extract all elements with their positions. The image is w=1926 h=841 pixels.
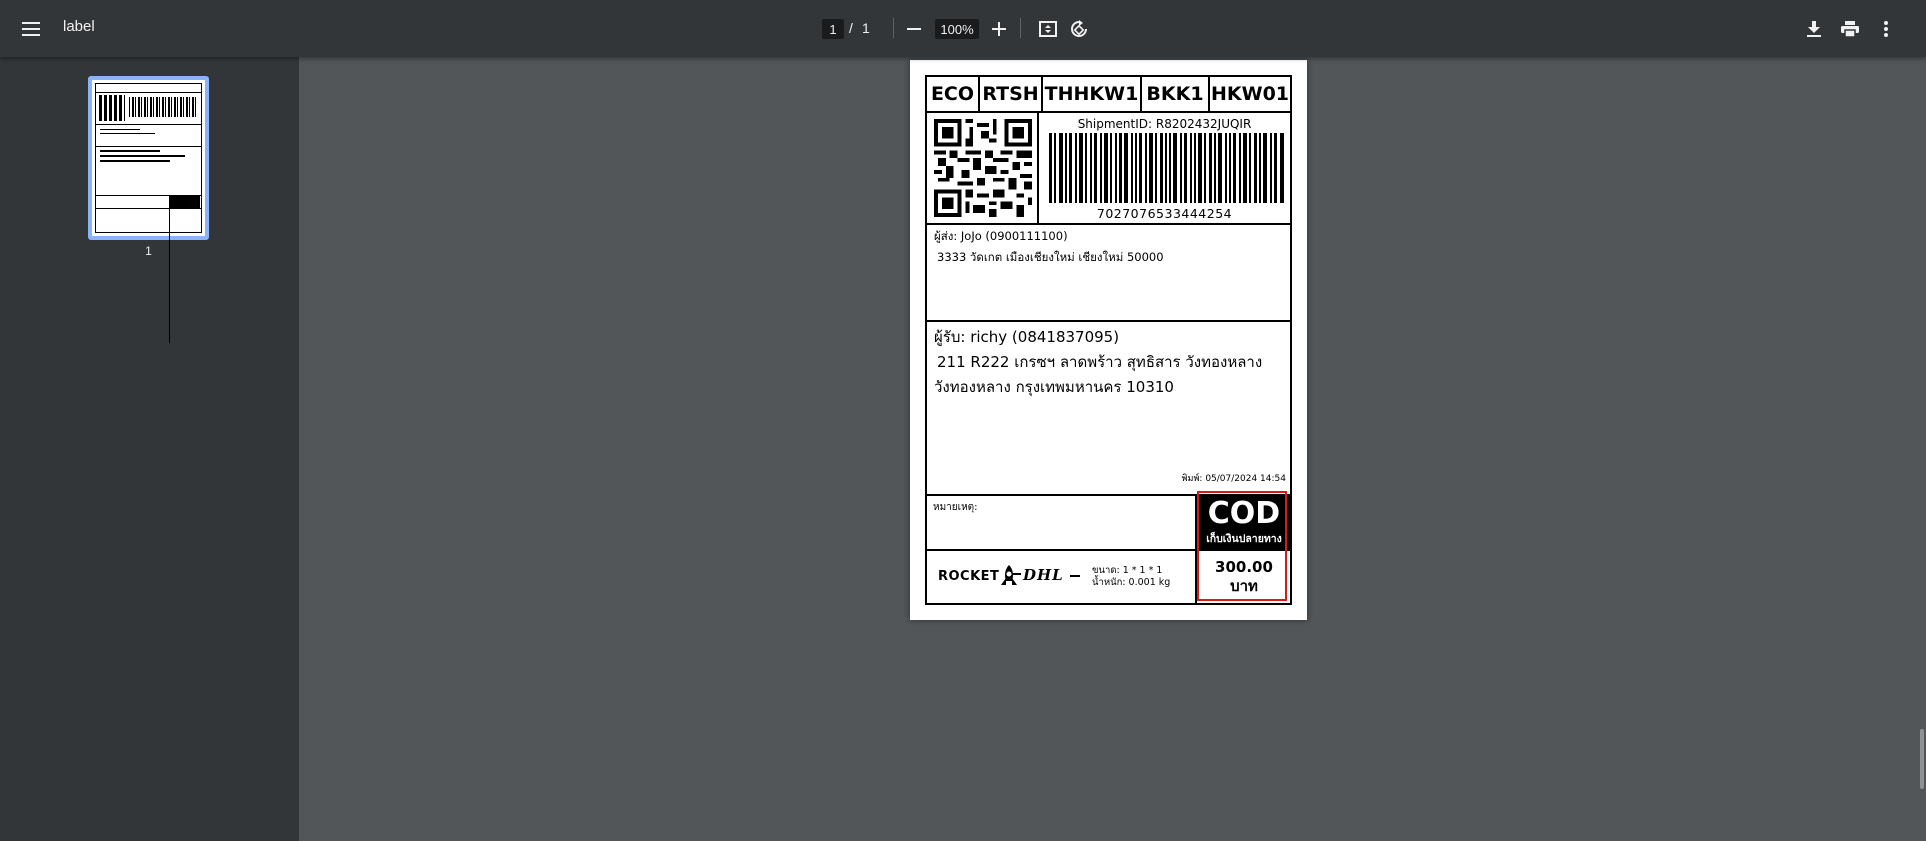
rocket-logo-text: ROCKET	[938, 568, 1000, 584]
zoom-out-icon[interactable]	[896, 11, 932, 47]
pdf-toolbar: label 1 / 1 100%	[0, 0, 1926, 57]
page-thumbnail[interactable]	[88, 76, 209, 343]
cod-amount: 300.00	[1215, 558, 1273, 576]
sender-address: 3333 วัดเกต เมืองเชียงใหม่ เชียงใหม่ 500…	[937, 250, 1164, 264]
cod-badge: COD เก็บเงินปลายทาง	[1198, 494, 1290, 551]
print-icon[interactable]	[1832, 11, 1868, 47]
carrier-logos-section: ROCKET DHL ขนาด: 1 * 1 * 1 น้ำหนัก: 0.00…	[927, 551, 1197, 603]
package-weight: น้ำหนัก: 0.001 kg	[1092, 577, 1171, 588]
page-number-input[interactable]: 1	[822, 19, 844, 39]
code-cell: RTSH	[980, 77, 1043, 111]
rocket-icon	[1001, 565, 1018, 585]
download-icon[interactable]	[1796, 11, 1832, 47]
note-section: หมายเหตุ:	[927, 494, 1197, 551]
dhl-speed-line	[1013, 573, 1021, 575]
page-total: 1	[862, 20, 870, 36]
thumbnail-preview	[95, 83, 202, 343]
code-cell: THHKW1	[1043, 77, 1142, 111]
note-label: หมายเหตุ:	[933, 502, 978, 513]
routing-codes-row: ECO RTSH THHKW1 BKK1 HKW01	[927, 77, 1290, 113]
receiver-section: ผู้รับ: richy (0841837095) 211 R222 เกรซ…	[927, 322, 1290, 494]
toolbar-divider	[1020, 18, 1021, 38]
vertical-scrollbar[interactable]	[1914, 57, 1926, 841]
package-size: ขนาด: 1 * 1 * 1	[1092, 565, 1163, 576]
cod-subtitle: เก็บเงินปลายทาง	[1206, 533, 1282, 545]
sender-name: ผู้ส่ง: JoJo (0900111100)	[934, 229, 1068, 243]
shipment-id: ShipmentID: R8202432JUQIR	[1077, 117, 1252, 131]
dhl-speed-line	[1070, 575, 1080, 577]
scrollbar-thumb[interactable]	[1920, 729, 1924, 789]
tracking-number: 7027076533444254	[1096, 206, 1233, 221]
page-separator: /	[849, 20, 853, 36]
identifiers-row: ShipmentID: R8202432JUQIR 70270765334442…	[927, 113, 1290, 225]
rotate-icon[interactable]	[1061, 11, 1097, 47]
code-cell: ECO	[927, 77, 980, 111]
receiver-name: ผู้รับ: richy (0841837095)	[934, 328, 1120, 346]
dhl-logo: DHL	[1023, 566, 1064, 584]
printed-timestamp: พิมพ์: 05/07/2024 14:54	[1181, 474, 1286, 484]
pdf-page: ECO RTSH THHKW1 BKK1 HKW01 ShipmentID: R…	[910, 60, 1307, 620]
thumbnail-sidebar: 1	[0, 57, 299, 841]
rocket-logo: ROCKET	[938, 565, 1018, 587]
sender-section: ผู้ส่ง: JoJo (0900111100) 3333 วัดเกต เม…	[927, 225, 1290, 322]
zoom-in-icon[interactable]	[981, 11, 1017, 47]
cod-currency: บาท	[1230, 577, 1258, 595]
toolbar-divider	[893, 18, 894, 38]
package-details: ขนาด: 1 * 1 * 1 น้ำหนัก: 0.001 kg	[1092, 565, 1170, 589]
cod-amount-box: 300.00 บาท	[1198, 551, 1290, 603]
receiver-address-line2: วังทองหลาง กรุงเทพมหานคร 10310	[934, 378, 1174, 396]
receiver-address-line1: 211 R222 เกรซฯ ลาดพร้าว สุทธิสาร วังทองห…	[937, 353, 1263, 371]
cod-title: COD	[1207, 496, 1281, 531]
menu-icon[interactable]	[13, 11, 49, 47]
more-vert-icon[interactable]	[1868, 11, 1904, 47]
qr-code-cell	[927, 113, 1039, 223]
zoom-level-input[interactable]: 100%	[935, 19, 979, 39]
code-cell: HKW01	[1210, 83, 1290, 105]
thumbnail-page-number: 1	[145, 244, 152, 258]
qr-code	[934, 119, 1032, 217]
barcode	[1049, 133, 1284, 203]
document-title: label	[63, 18, 95, 35]
shipping-label: ECO RTSH THHKW1 BKK1 HKW01 ShipmentID: R…	[925, 75, 1292, 605]
code-cell: BKK1	[1142, 77, 1210, 111]
